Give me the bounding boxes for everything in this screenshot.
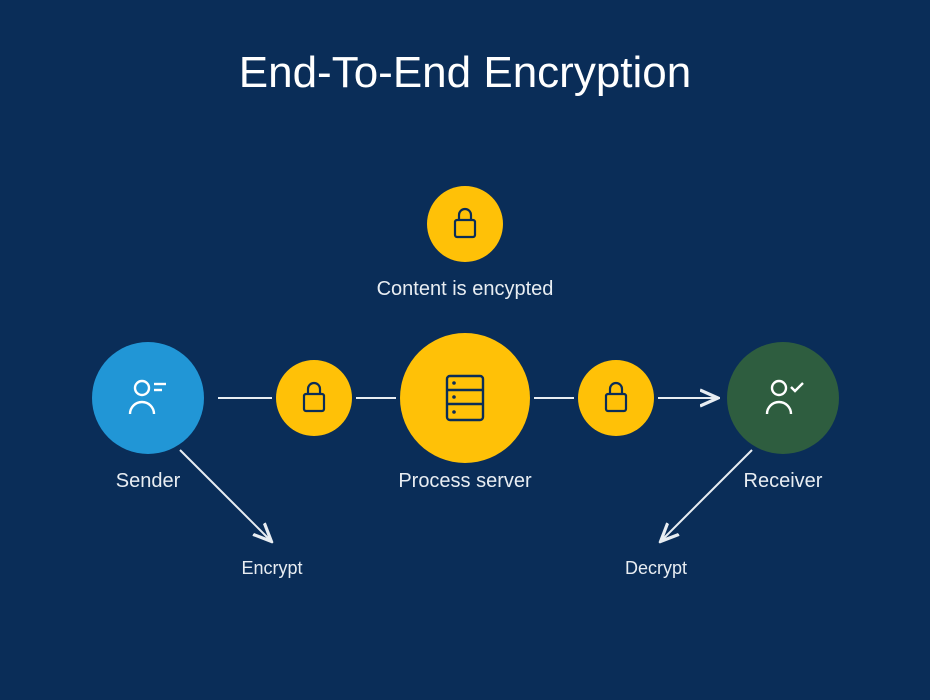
encrypt-label: Encrypt bbox=[212, 558, 332, 579]
connectors bbox=[0, 0, 930, 700]
decrypt-label: Decrypt bbox=[596, 558, 716, 579]
